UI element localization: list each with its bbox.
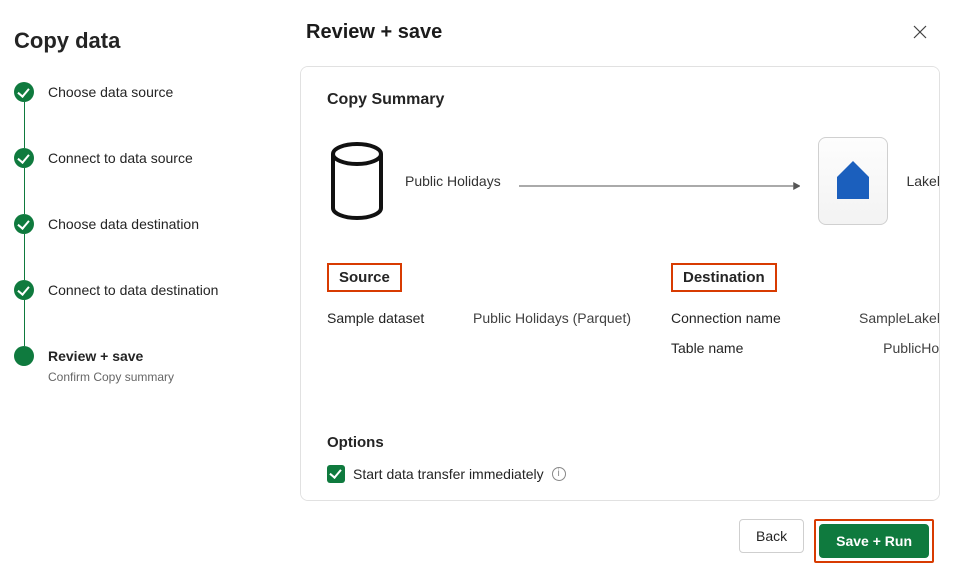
destination-row: Table name PublicHolidays bbox=[671, 340, 940, 356]
step-label: Choose data destination bbox=[48, 214, 199, 234]
page-title: Review + save bbox=[306, 21, 442, 44]
start-transfer-checkbox[interactable] bbox=[327, 465, 345, 483]
check-icon bbox=[14, 148, 34, 168]
close-button[interactable] bbox=[906, 18, 934, 46]
step-connector bbox=[24, 300, 25, 346]
destination-row-key: Table name bbox=[671, 340, 743, 356]
check-icon bbox=[14, 280, 34, 300]
arrow-icon bbox=[519, 181, 801, 182]
destination-name: Lakehouse bbox=[906, 173, 940, 189]
source-column: Source Sample dataset Public Holidays (P… bbox=[327, 263, 631, 370]
step-sublabel: Confirm Copy summary bbox=[48, 370, 174, 384]
step-connect-to-data-source[interactable]: Connect to data source bbox=[14, 148, 264, 214]
panel-title: Copy Summary bbox=[327, 91, 940, 109]
step-label: Review + save bbox=[48, 346, 174, 366]
main-area: Review + save Copy Summary Public Holida… bbox=[282, 0, 960, 579]
destination-row: Connection name SampleLakehouse bbox=[671, 310, 940, 326]
wizard-nav: Copy data Choose data source Connect to … bbox=[0, 0, 282, 579]
database-icon bbox=[327, 142, 387, 220]
check-icon bbox=[14, 82, 34, 102]
summary-panel-scroll[interactable]: Copy Summary Public Holidays bbox=[300, 66, 940, 501]
info-icon[interactable]: i bbox=[552, 467, 566, 481]
summary-flow: Public Holidays Lakehouse bbox=[327, 137, 940, 225]
options-section: Options Start data transfer immediately … bbox=[327, 434, 940, 483]
destination-row-value: SampleLakehouse bbox=[859, 310, 940, 326]
step-connector bbox=[24, 102, 25, 148]
destination-header: Destination bbox=[671, 263, 777, 292]
save-run-button[interactable]: Save + Run bbox=[819, 524, 929, 558]
source-header: Source bbox=[327, 263, 402, 292]
destination-row-value: PublicHolidays bbox=[883, 340, 940, 356]
wizard-title: Copy data bbox=[14, 28, 264, 54]
source-row-value: Public Holidays (Parquet) bbox=[473, 310, 631, 326]
destination-column: Destination Connection name SampleLakeho… bbox=[671, 263, 940, 370]
wizard-steps: Choose data source Connect to data sourc… bbox=[14, 82, 264, 384]
step-choose-data-source[interactable]: Choose data source bbox=[14, 82, 264, 148]
step-connector bbox=[24, 168, 25, 214]
close-icon bbox=[912, 24, 928, 40]
source-name: Public Holidays bbox=[405, 173, 501, 189]
back-button[interactable]: Back bbox=[739, 519, 804, 553]
source-row: Sample dataset Public Holidays (Parquet) bbox=[327, 310, 631, 326]
step-choose-data-destination[interactable]: Choose data destination bbox=[14, 214, 264, 280]
footer-buttons: Back Save + Run bbox=[300, 501, 940, 563]
current-step-icon bbox=[14, 346, 34, 366]
step-connect-to-data-destination[interactable]: Connect to data destination bbox=[14, 280, 264, 346]
check-icon bbox=[14, 214, 34, 234]
lakehouse-icon bbox=[818, 137, 888, 225]
options-header: Options bbox=[327, 434, 940, 451]
step-label: Connect to data source bbox=[48, 148, 193, 168]
step-label: Connect to data destination bbox=[48, 280, 218, 300]
source-row-key: Sample dataset bbox=[327, 310, 424, 326]
step-review-save[interactable]: Review + save Confirm Copy summary bbox=[14, 346, 264, 384]
step-connector bbox=[24, 234, 25, 280]
start-transfer-label: Start data transfer immediately bbox=[353, 466, 544, 482]
destination-row-key: Connection name bbox=[671, 310, 781, 326]
save-run-highlight: Save + Run bbox=[814, 519, 934, 563]
step-label: Choose data source bbox=[48, 82, 173, 102]
